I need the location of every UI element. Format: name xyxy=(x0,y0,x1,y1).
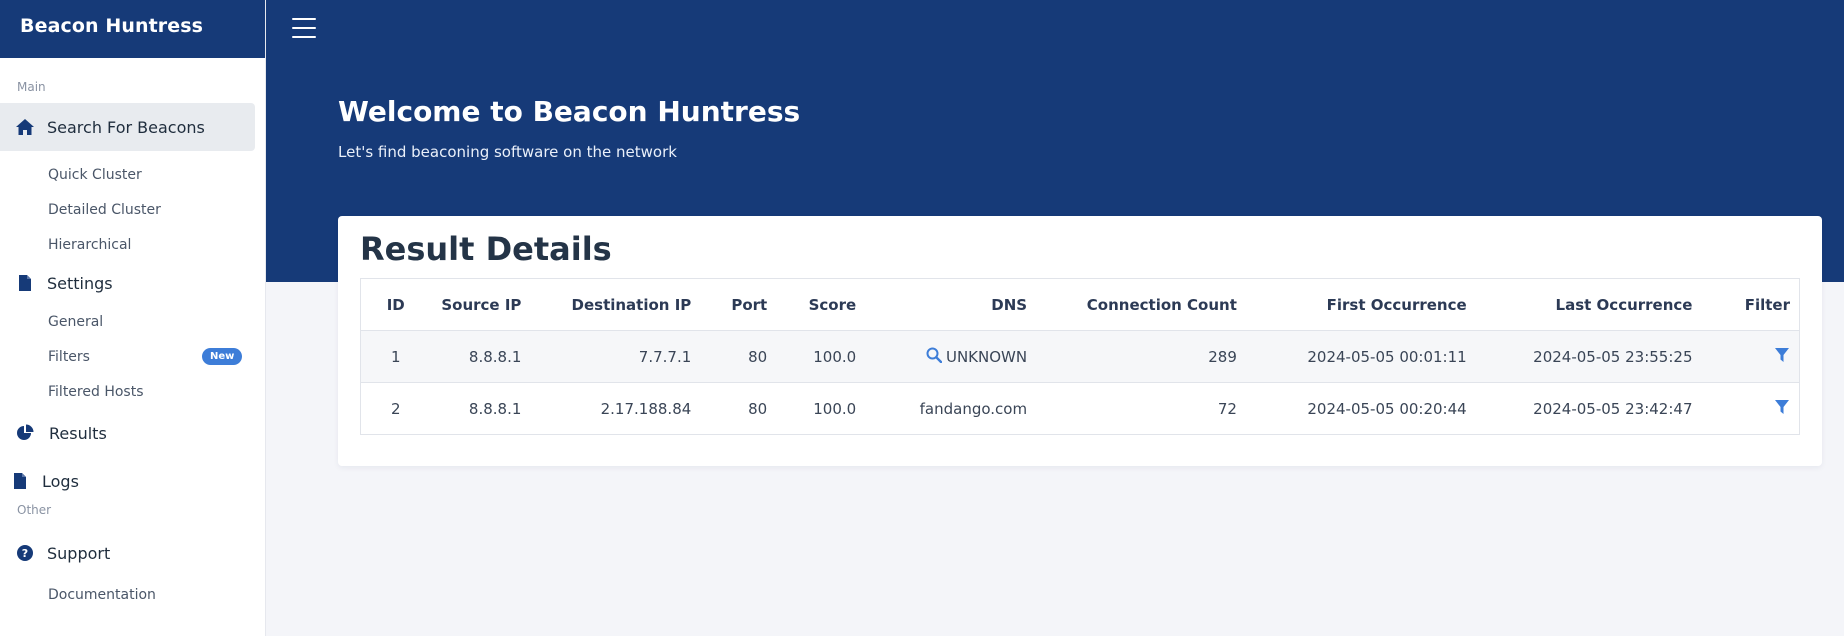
page-subtitle: Let's find beaconing software on the net… xyxy=(338,143,677,161)
sidebar-item-quick-cluster[interactable]: Quick Cluster xyxy=(0,157,265,192)
cell-id: 2 xyxy=(360,382,431,435)
cell-connection-count: 289 xyxy=(1036,330,1246,383)
sidebar-item-settings[interactable]: Settings xyxy=(0,262,255,304)
cell-destination-ip: 2.17.188.84 xyxy=(530,382,701,435)
cell-score: 100.0 xyxy=(776,330,866,383)
column-header-score[interactable]: Score xyxy=(776,278,866,331)
question-circle-icon: ? xyxy=(13,543,37,563)
document-icon xyxy=(13,273,37,293)
sidebar-item-label: Quick Cluster xyxy=(48,166,142,183)
sidebar-item-detailed-cluster[interactable]: Detailed Cluster xyxy=(0,192,265,227)
sidebar-item-label: Results xyxy=(49,423,107,443)
cell-dns: fandango.com xyxy=(865,382,1037,435)
sidebar-item-label: Filters xyxy=(48,348,90,365)
cell-filter xyxy=(1701,382,1800,435)
cell-last-occurrence: 2024-05-05 23:42:47 xyxy=(1475,382,1702,435)
column-header-id[interactable]: ID xyxy=(360,278,431,331)
filter-icon[interactable] xyxy=(1774,399,1790,419)
sidebar-item-label: Search For Beacons xyxy=(47,117,205,137)
sidebar-item-documentation[interactable]: Documentation xyxy=(0,577,265,612)
cell-id: 1 xyxy=(360,330,431,383)
table-row: 2 8.8.8.1 2.17.188.84 80 100.0 fandango.… xyxy=(360,382,1800,435)
column-header-dns[interactable]: DNS xyxy=(865,278,1037,331)
sidebar-item-results[interactable]: Results xyxy=(0,409,255,457)
sidebar-item-support[interactable]: ? Support xyxy=(0,529,255,577)
cell-filter xyxy=(1701,330,1800,383)
sidebar-item-label: Detailed Cluster xyxy=(48,201,161,218)
page-title: Welcome to Beacon Huntress xyxy=(338,95,801,128)
card-title: Result Details xyxy=(360,230,612,268)
sidebar: Beacon Huntress Main Search For Beacons … xyxy=(0,0,266,636)
sidebar-item-label: Documentation xyxy=(48,586,156,603)
sidebar-item-filtered-hosts[interactable]: Filtered Hosts xyxy=(0,374,265,409)
sidebar-item-label: Hierarchical xyxy=(48,236,132,253)
column-header-connection-count[interactable]: Connection Count xyxy=(1036,278,1246,331)
section-label-other: Other xyxy=(17,503,52,517)
sidebar-item-label: General xyxy=(48,313,104,330)
sidebar-item-logs[interactable]: Logs xyxy=(0,457,255,505)
cell-score: 100.0 xyxy=(776,382,866,435)
app-title[interactable]: Beacon Huntress xyxy=(0,0,265,58)
cell-port: 80 xyxy=(700,330,777,383)
cell-source-ip: 8.8.8.1 xyxy=(430,382,531,435)
column-header-last-occurrence[interactable]: Last Occurrence xyxy=(1475,278,1702,331)
cell-dns: UNKNOWN xyxy=(865,330,1037,383)
sidebar-item-label: Filtered Hosts xyxy=(48,383,144,400)
column-header-destination-ip[interactable]: Destination IP xyxy=(530,278,701,331)
hamburger-icon[interactable] xyxy=(292,18,316,38)
sidebar-item-label: Logs xyxy=(42,471,79,491)
pie-chart-icon xyxy=(13,423,37,443)
sidebar-item-search-for-beacons[interactable]: Search For Beacons xyxy=(0,103,255,151)
cell-port: 80 xyxy=(700,382,777,435)
cell-last-occurrence: 2024-05-05 23:55:25 xyxy=(1475,330,1702,383)
sidebar-item-label: Settings xyxy=(47,273,113,293)
cell-first-occurrence: 2024-05-05 00:01:11 xyxy=(1245,330,1476,383)
column-header-filter[interactable]: Filter xyxy=(1701,278,1800,331)
column-header-port[interactable]: Port xyxy=(700,278,777,331)
result-details-card: Result Details ID Source IP Destination … xyxy=(338,216,1822,466)
new-badge: New xyxy=(202,348,243,365)
sidebar-item-general[interactable]: General xyxy=(0,304,265,339)
column-header-source-ip[interactable]: Source IP xyxy=(430,278,531,331)
cell-destination-ip: 7.7.7.1 xyxy=(530,330,701,383)
table-header-row: ID Source IP Destination IP Port Score D… xyxy=(360,278,1800,331)
sidebar-item-filters[interactable]: Filters New xyxy=(0,339,265,374)
sidebar-item-hierarchical[interactable]: Hierarchical xyxy=(0,227,265,262)
sidebar-item-label: Support xyxy=(47,543,111,563)
results-table: ID Source IP Destination IP Port Score D… xyxy=(360,278,1800,435)
dns-value: UNKNOWN xyxy=(945,347,1028,366)
svg-text:?: ? xyxy=(22,547,28,560)
cell-connection-count: 72 xyxy=(1036,382,1246,435)
section-label-main: Main xyxy=(17,80,46,94)
column-header-first-occurrence[interactable]: First Occurrence xyxy=(1245,278,1476,331)
cell-source-ip: 8.8.8.1 xyxy=(430,330,531,383)
search-icon[interactable] xyxy=(926,347,943,367)
home-icon xyxy=(13,117,37,137)
document-icon xyxy=(8,471,32,491)
filter-icon[interactable] xyxy=(1774,347,1790,367)
cell-first-occurrence: 2024-05-05 00:20:44 xyxy=(1245,382,1476,435)
table-row: 1 8.8.8.1 7.7.7.1 80 100.0 UNKNOWN 289 2… xyxy=(360,330,1800,383)
dns-value: fandango.com xyxy=(919,399,1028,418)
